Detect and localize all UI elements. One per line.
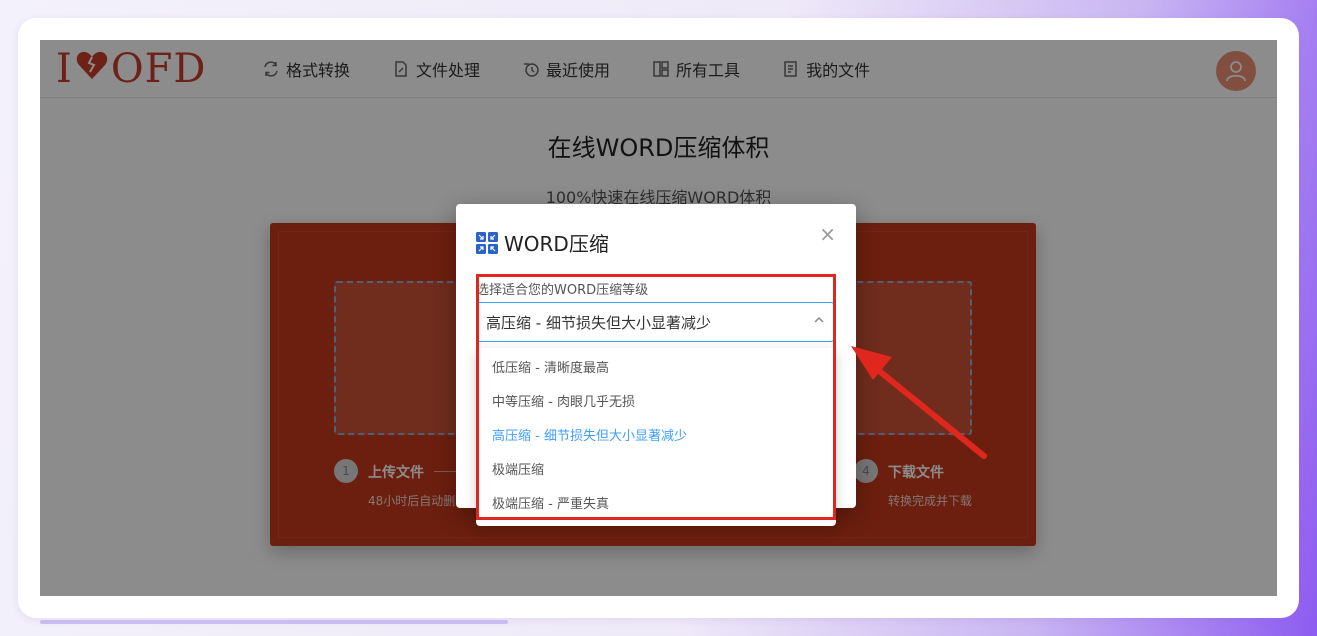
- compression-level-select[interactable]: 高压缩 - 细节损失但大小显著减少: [476, 302, 835, 342]
- scroll-indicator: [40, 620, 508, 624]
- dropdown-option[interactable]: 极端压缩: [476, 454, 836, 488]
- chevron-up-icon: [814, 313, 824, 329]
- dialog-title: WORD压缩: [476, 228, 609, 257]
- select-value: 高压缩 - 细节损失但大小显著减少: [486, 313, 711, 332]
- dropdown-option[interactable]: 中等压缩 - 肉眼几乎无损: [476, 386, 836, 420]
- compression-level-label: 选择适合您的WORD压缩等级: [476, 283, 649, 298]
- compression-level-dropdown: 低压缩 - 清晰度最高 中等压缩 - 肉眼几乎无损 高压缩 - 细节损失但大小显…: [476, 348, 836, 526]
- dropdown-option-selected[interactable]: 高压缩 - 细节损失但大小显著减少: [476, 420, 836, 454]
- dialog-title-text: WORD压缩: [504, 232, 609, 256]
- compress-icon: [476, 231, 498, 254]
- dropdown-option[interactable]: 极端压缩 - 严重失真: [476, 488, 836, 522]
- dropdown-option[interactable]: 低压缩 - 清晰度最高: [476, 352, 836, 386]
- close-icon[interactable]: ×: [819, 224, 836, 244]
